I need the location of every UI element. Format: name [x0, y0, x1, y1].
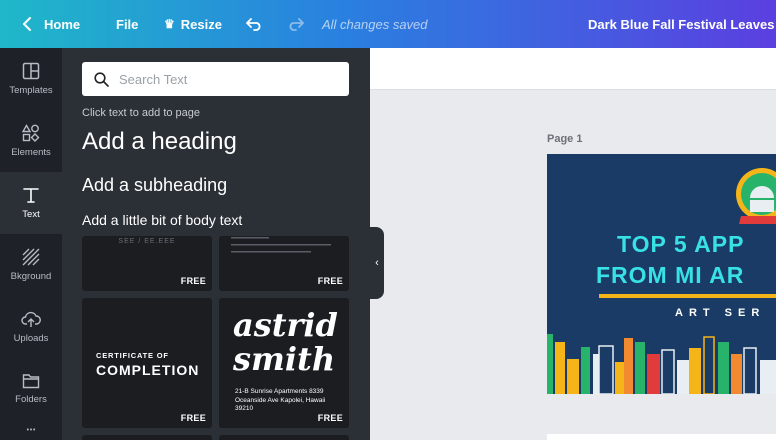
cloud-upload-icon — [21, 311, 41, 327]
add-text-hint: Click text to add to page — [82, 107, 201, 119]
undo-button[interactable] — [246, 0, 264, 48]
certificate-subtitle: CERTIFICATE OF — [96, 351, 169, 360]
free-badge: FREE — [317, 413, 343, 423]
free-badge: FREE — [180, 276, 206, 286]
ribbon — [739, 216, 776, 224]
search-icon — [94, 71, 109, 87]
sidebar-item-folders[interactable]: Folders — [0, 358, 62, 420]
design-divider — [599, 294, 776, 298]
android-body-icon — [750, 200, 774, 212]
sidebar-item-label: Templates — [9, 85, 53, 96]
add-heading-button[interactable]: Add a heading — [82, 128, 237, 156]
template-last-name: smith — [233, 340, 336, 378]
text-template-card[interactable] — [82, 435, 212, 440]
text-template-card[interactable]: SEE / EE.EEE FREE — [82, 236, 212, 291]
sidebar-item-background[interactable]: Bkground — [0, 234, 62, 296]
page-label: Page 1 — [547, 133, 583, 145]
home-button[interactable]: Home — [22, 0, 80, 48]
canvas-toolbar — [370, 48, 776, 90]
search-box[interactable] — [82, 62, 349, 96]
home-label: Home — [44, 16, 81, 32]
design-headline-1[interactable]: TOP 5 APP — [617, 231, 744, 258]
sidebar-item-label: Folders — [15, 394, 47, 405]
file-label: File — [116, 16, 139, 32]
template-preview-text: SEE / EE.EEE — [118, 238, 176, 245]
add-body-text-button[interactable]: Add a little bit of body text — [82, 212, 242, 228]
template-preview-lines — [231, 237, 331, 253]
design-subtitle[interactable]: ART SER — [675, 307, 765, 319]
chevron-left-icon: ‹ — [375, 257, 379, 269]
text-panel: Click text to add to page Add a heading … — [62, 48, 370, 440]
design-page[interactable]: TOP 5 APP FROM MI AR ART SER — [547, 154, 776, 394]
certificate-title: COMPLETION — [96, 362, 200, 378]
redo-button[interactable] — [286, 0, 304, 48]
folder-icon — [22, 374, 40, 389]
collapse-panel-handle[interactable]: ‹ — [370, 227, 384, 299]
more-apps-icon — [26, 428, 36, 431]
text-template-card[interactable]: astrid smith 21-B Sunrise Apartments 833… — [219, 298, 349, 428]
bars-decoration — [547, 334, 776, 394]
text-template-card[interactable]: FREE — [219, 236, 349, 291]
resize-label: Resize — [180, 16, 222, 32]
sidebar-item-label: Bkground — [10, 271, 52, 282]
sidebar-item-elements[interactable]: Elements — [0, 110, 62, 172]
templates-icon — [22, 62, 40, 80]
text-template-card[interactable]: CERTIFICATE OF COMPLETION FREE — [82, 298, 212, 428]
sidebar-item-label: Uploads — [13, 333, 49, 344]
crown-icon: ♛ — [164, 17, 175, 31]
sidebar-item-uploads[interactable]: Uploads — [0, 296, 62, 358]
redo-icon — [289, 18, 304, 31]
add-subheading-button[interactable]: Add a subheading — [82, 175, 227, 196]
template-address: 21-B Sunrise Apartments 8339 Oceanside A… — [235, 388, 326, 412]
resize-button[interactable]: ♛ Resize — [164, 0, 222, 48]
free-badge: FREE — [317, 276, 343, 286]
next-page-edge — [547, 434, 776, 440]
sidebar-rail: Templates Elements Text Bkground Uploads… — [0, 48, 62, 440]
free-badge: FREE — [180, 413, 206, 423]
sidebar-item-label: Elements — [11, 147, 51, 158]
chevron-left-icon — [23, 17, 31, 31]
sidebar-item-more[interactable] — [0, 420, 62, 440]
top-bar: Home File ♛ Resize All changes saved Dar… — [0, 0, 776, 48]
sidebar-item-label: Text — [22, 209, 40, 220]
search-input[interactable] — [119, 71, 339, 87]
design-headline-2[interactable]: FROM MI AR — [596, 262, 744, 289]
sidebar-item-text[interactable]: Text — [0, 172, 62, 234]
file-menu[interactable]: File — [116, 0, 138, 48]
document-title[interactable]: Dark Blue Fall Festival Leaves Fac — [588, 0, 776, 48]
text-template-card[interactable] — [219, 435, 349, 440]
elements-icon — [22, 124, 40, 142]
save-status: All changes saved — [322, 16, 428, 32]
template-first-name: astrid — [233, 306, 338, 344]
sidebar-item-templates[interactable]: Templates — [0, 48, 62, 110]
template-name-text: astrid smith — [233, 308, 338, 376]
text-icon — [23, 188, 39, 203]
undo-icon — [246, 18, 261, 31]
background-icon — [22, 248, 40, 266]
